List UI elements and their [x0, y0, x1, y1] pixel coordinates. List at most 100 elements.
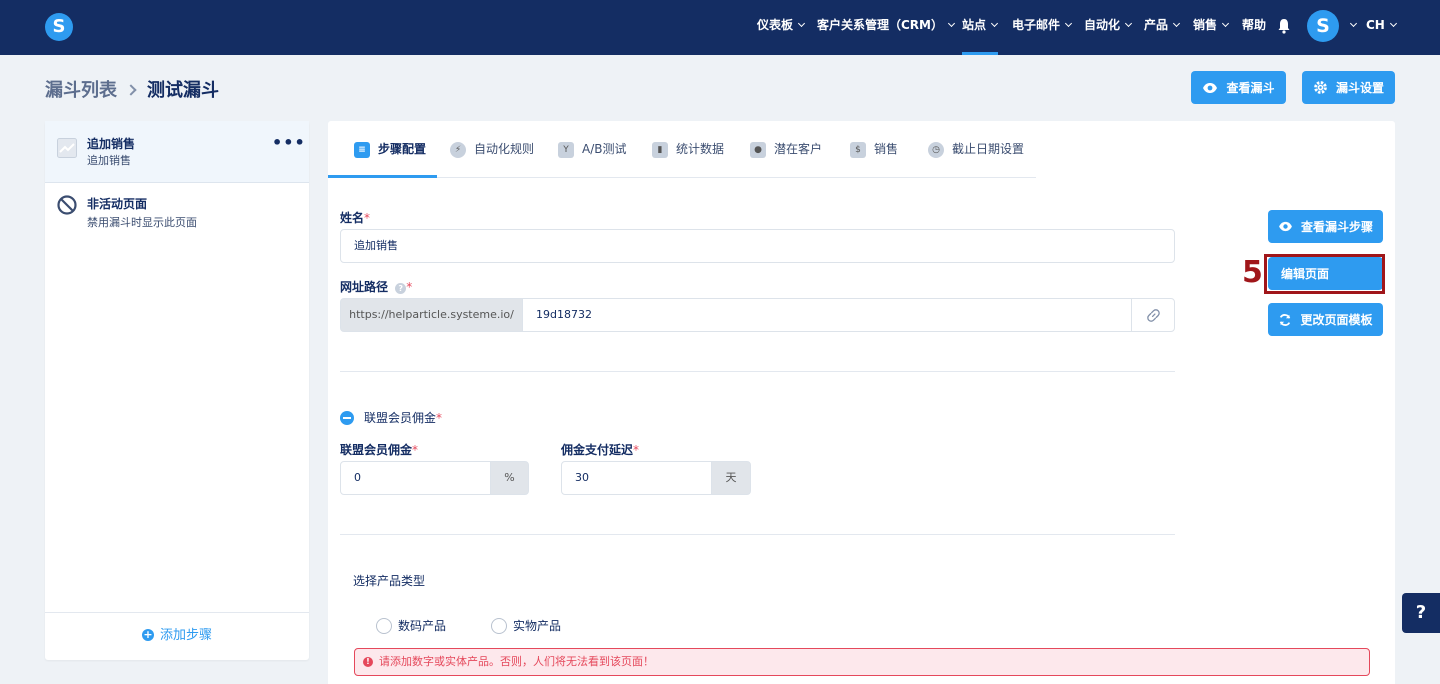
active-tab-indicator [328, 175, 437, 178]
nav-automation[interactable]: 自动化 [1084, 0, 1133, 55]
view-funnel-step-button[interactable]: 查看漏斗步骤 [1268, 210, 1383, 243]
language-label: CH [1366, 18, 1385, 32]
tab-automation-rules[interactable]: ⚡ 自动化规则 [450, 121, 534, 178]
link-icon [1146, 309, 1160, 322]
error-alert: ! 请添加数字或实体产品。否则，人们将无法看到该页面！ [354, 648, 1370, 676]
url-prefix: https://helparticle.systeme.io/ [340, 298, 523, 332]
nav-label: 电子邮件 [1012, 18, 1061, 32]
physical-product-radio[interactable] [491, 618, 507, 634]
chevron-down-icon [1389, 19, 1397, 28]
copy-link-button[interactable] [1131, 298, 1175, 332]
tab-label: 潜在客户 [774, 142, 823, 156]
funnel-settings-button[interactable]: 漏斗设置 [1302, 71, 1395, 104]
step-subtitle: 禁用漏斗时显示此页面 [87, 216, 197, 229]
tab-statistics[interactable]: ▮ 统计数据 [652, 121, 724, 178]
eye-icon [1279, 221, 1292, 232]
disabled-icon [57, 195, 77, 215]
step-title: 追加销售 [87, 137, 136, 151]
required-mark: * [364, 211, 371, 225]
name-label: 姓名* [340, 209, 370, 226]
more-options-icon[interactable]: ••• [272, 133, 306, 152]
delay-label-text: 佣金支付延迟 [561, 443, 634, 457]
chevron-down-icon [1064, 19, 1073, 28]
help-tooltip-icon[interactable]: ? [395, 283, 407, 294]
collapse-icon[interactable] [340, 411, 354, 425]
bell-icon[interactable] [1277, 18, 1291, 34]
nav-label: 站点 [962, 18, 987, 32]
digital-product-radio[interactable] [376, 618, 392, 634]
view-step-label: 查看漏斗步骤 [1300, 220, 1373, 234]
step-annotation-number: 5 [1242, 255, 1263, 290]
nav-label: 产品 [1144, 18, 1169, 32]
percent-addon: % [490, 461, 529, 495]
sliders-icon: ≡ [354, 141, 370, 158]
help-widget-button[interactable]: ? [1402, 593, 1440, 633]
refresh-icon [1280, 313, 1291, 326]
chevron-down-icon [1124, 19, 1133, 28]
nav-emails[interactable]: 电子邮件 [1012, 0, 1073, 55]
tab-deadline-settings[interactable]: ◷ 截止日期设置 [928, 121, 1024, 178]
add-step-button[interactable]: + 添加步骤 [45, 612, 309, 660]
affiliate-section-toggle[interactable]: 联盟会员佣金* [364, 409, 442, 426]
change-template-button[interactable]: 更改页面模板 [1268, 303, 1383, 336]
required-mark: * [406, 280, 413, 294]
annotation-highlight-box [1264, 254, 1385, 294]
section-divider [340, 534, 1175, 535]
tab-leads[interactable]: ● 潜在客户 [750, 121, 822, 178]
alert-icon: ! [363, 657, 373, 667]
users-icon: ● [750, 141, 766, 158]
name-label-text: 姓名 [340, 211, 365, 225]
bar-chart-icon: ▮ [652, 141, 668, 158]
chevron-down-icon [797, 19, 806, 28]
systeme-logo[interactable]: S [45, 13, 73, 41]
product-type-label: 选择产品类型 [353, 574, 426, 588]
url-label-text: 网址路径 [340, 280, 389, 294]
nav-crm[interactable]: 客户关系管理（CRM） [817, 0, 956, 55]
url-path-input[interactable]: 19d18732 [522, 298, 1132, 332]
view-funnel-label: 查看漏斗 [1226, 81, 1275, 95]
name-input[interactable]: 追加销售 [340, 229, 1175, 263]
required-mark: * [633, 443, 640, 457]
nav-sites[interactable]: 站点 [962, 0, 999, 55]
chevron-down-icon [947, 19, 956, 28]
step-item-upsell[interactable]: 追加销售 追加销售 ••• [45, 121, 309, 183]
eye-icon [1203, 82, 1218, 93]
funnel-steps-sidebar: 追加销售 追加销售 ••• 非活动页面 禁用漏斗时显示此页面 + 添加步骤 [45, 121, 309, 660]
tab-label: 步骤配置 [378, 142, 427, 156]
nav-dashboard[interactable]: 仪表板 [757, 0, 806, 55]
section-divider [340, 371, 1175, 372]
nav-products[interactable]: 产品 [1144, 0, 1181, 55]
nav-help[interactable]: 帮助 [1242, 0, 1266, 55]
chevron-down-icon [990, 19, 999, 28]
avatar[interactable]: S [1307, 10, 1339, 42]
chevron-down-icon [1349, 19, 1358, 28]
step-item-inactive-page[interactable]: 非活动页面 禁用漏斗时显示此页面 [45, 183, 309, 239]
commission-label: 联盟会员佣金* [340, 441, 418, 458]
nav-sales[interactable]: 销售 [1193, 0, 1230, 55]
dollar-icon: $ [850, 141, 866, 158]
chevron-down-icon [1172, 19, 1181, 28]
language-selector[interactable]: CH [1366, 0, 1397, 55]
breadcrumb: 漏斗列表 测试漏斗 [45, 76, 219, 102]
bolt-icon: ⚡ [450, 141, 466, 158]
nav-active-indicator [962, 52, 998, 55]
chevron-right-icon [125, 84, 137, 96]
physical-product-label: 实物产品 [513, 619, 562, 633]
nav-label: 客户关系管理（CRM） [817, 18, 943, 32]
page-title: 测试漏斗 [147, 80, 219, 101]
alert-text: 请添加数字或实体产品。否则，人们将无法看到该页面！ [379, 655, 654, 668]
required-mark: * [436, 411, 443, 425]
tab-step-config[interactable]: ≡ 步骤配置 [354, 121, 426, 178]
tab-ab-test[interactable]: Y A/B测试 [558, 121, 627, 178]
tab-label: 统计数据 [676, 142, 725, 156]
tab-label: 自动化规则 [474, 142, 535, 156]
tab-sales[interactable]: $ 销售 [850, 121, 898, 178]
avatar-menu-chevron[interactable] [1345, 0, 1358, 55]
add-step-label: 添加步骤 [159, 628, 212, 643]
days-addon: 天 [711, 461, 751, 495]
commission-delay-input[interactable]: 30 [561, 461, 712, 495]
view-funnel-button[interactable]: 查看漏斗 [1191, 71, 1286, 104]
url-path-label: 网址路径 ? * [340, 278, 412, 295]
breadcrumb-parent[interactable]: 漏斗列表 [45, 80, 117, 101]
commission-input[interactable]: 0 [340, 461, 491, 495]
